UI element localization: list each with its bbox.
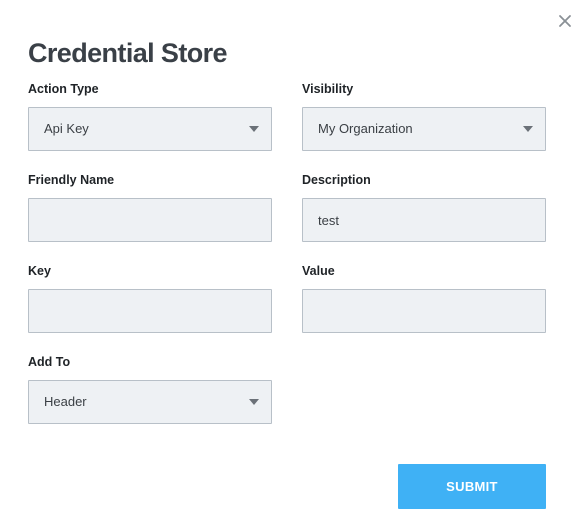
key-input[interactable] xyxy=(28,289,272,333)
visibility-select[interactable]: My Organization xyxy=(302,107,546,151)
close-icon xyxy=(559,15,571,27)
friendly-name-field: Friendly Name xyxy=(28,172,272,242)
close-button[interactable] xyxy=(556,12,574,30)
action-type-value: Api Key xyxy=(44,121,89,136)
visibility-label: Visibility xyxy=(302,82,354,96)
value-input[interactable] xyxy=(302,289,546,333)
chevron-down-icon xyxy=(249,126,259,132)
description-input[interactable] xyxy=(302,198,546,242)
credential-store-dialog: Credential Store Action Type Api Key Vis… xyxy=(0,0,581,525)
value-label: Value xyxy=(302,264,335,278)
visibility-value: My Organization xyxy=(318,121,413,136)
action-type-field: Action Type Api Key xyxy=(28,81,272,151)
key-label: Key xyxy=(28,264,51,278)
submit-button[interactable]: SUBMIT xyxy=(398,464,546,509)
chevron-down-icon xyxy=(249,399,259,405)
add-to-field: Add To Header xyxy=(28,354,272,424)
add-to-select[interactable]: Header xyxy=(28,380,272,424)
action-type-label: Action Type xyxy=(28,82,99,96)
friendly-name-label: Friendly Name xyxy=(28,173,115,187)
chevron-down-icon xyxy=(523,126,533,132)
action-type-select[interactable]: Api Key xyxy=(28,107,272,151)
description-label: Description xyxy=(302,173,371,187)
description-field: Description xyxy=(302,172,546,242)
add-to-label: Add To xyxy=(28,355,71,369)
key-field: Key xyxy=(28,263,272,333)
friendly-name-input[interactable] xyxy=(28,198,272,242)
dialog-title: Credential Store xyxy=(28,38,228,68)
add-to-value: Header xyxy=(44,394,87,409)
visibility-field: Visibility My Organization xyxy=(302,81,546,151)
value-field: Value xyxy=(302,263,546,333)
